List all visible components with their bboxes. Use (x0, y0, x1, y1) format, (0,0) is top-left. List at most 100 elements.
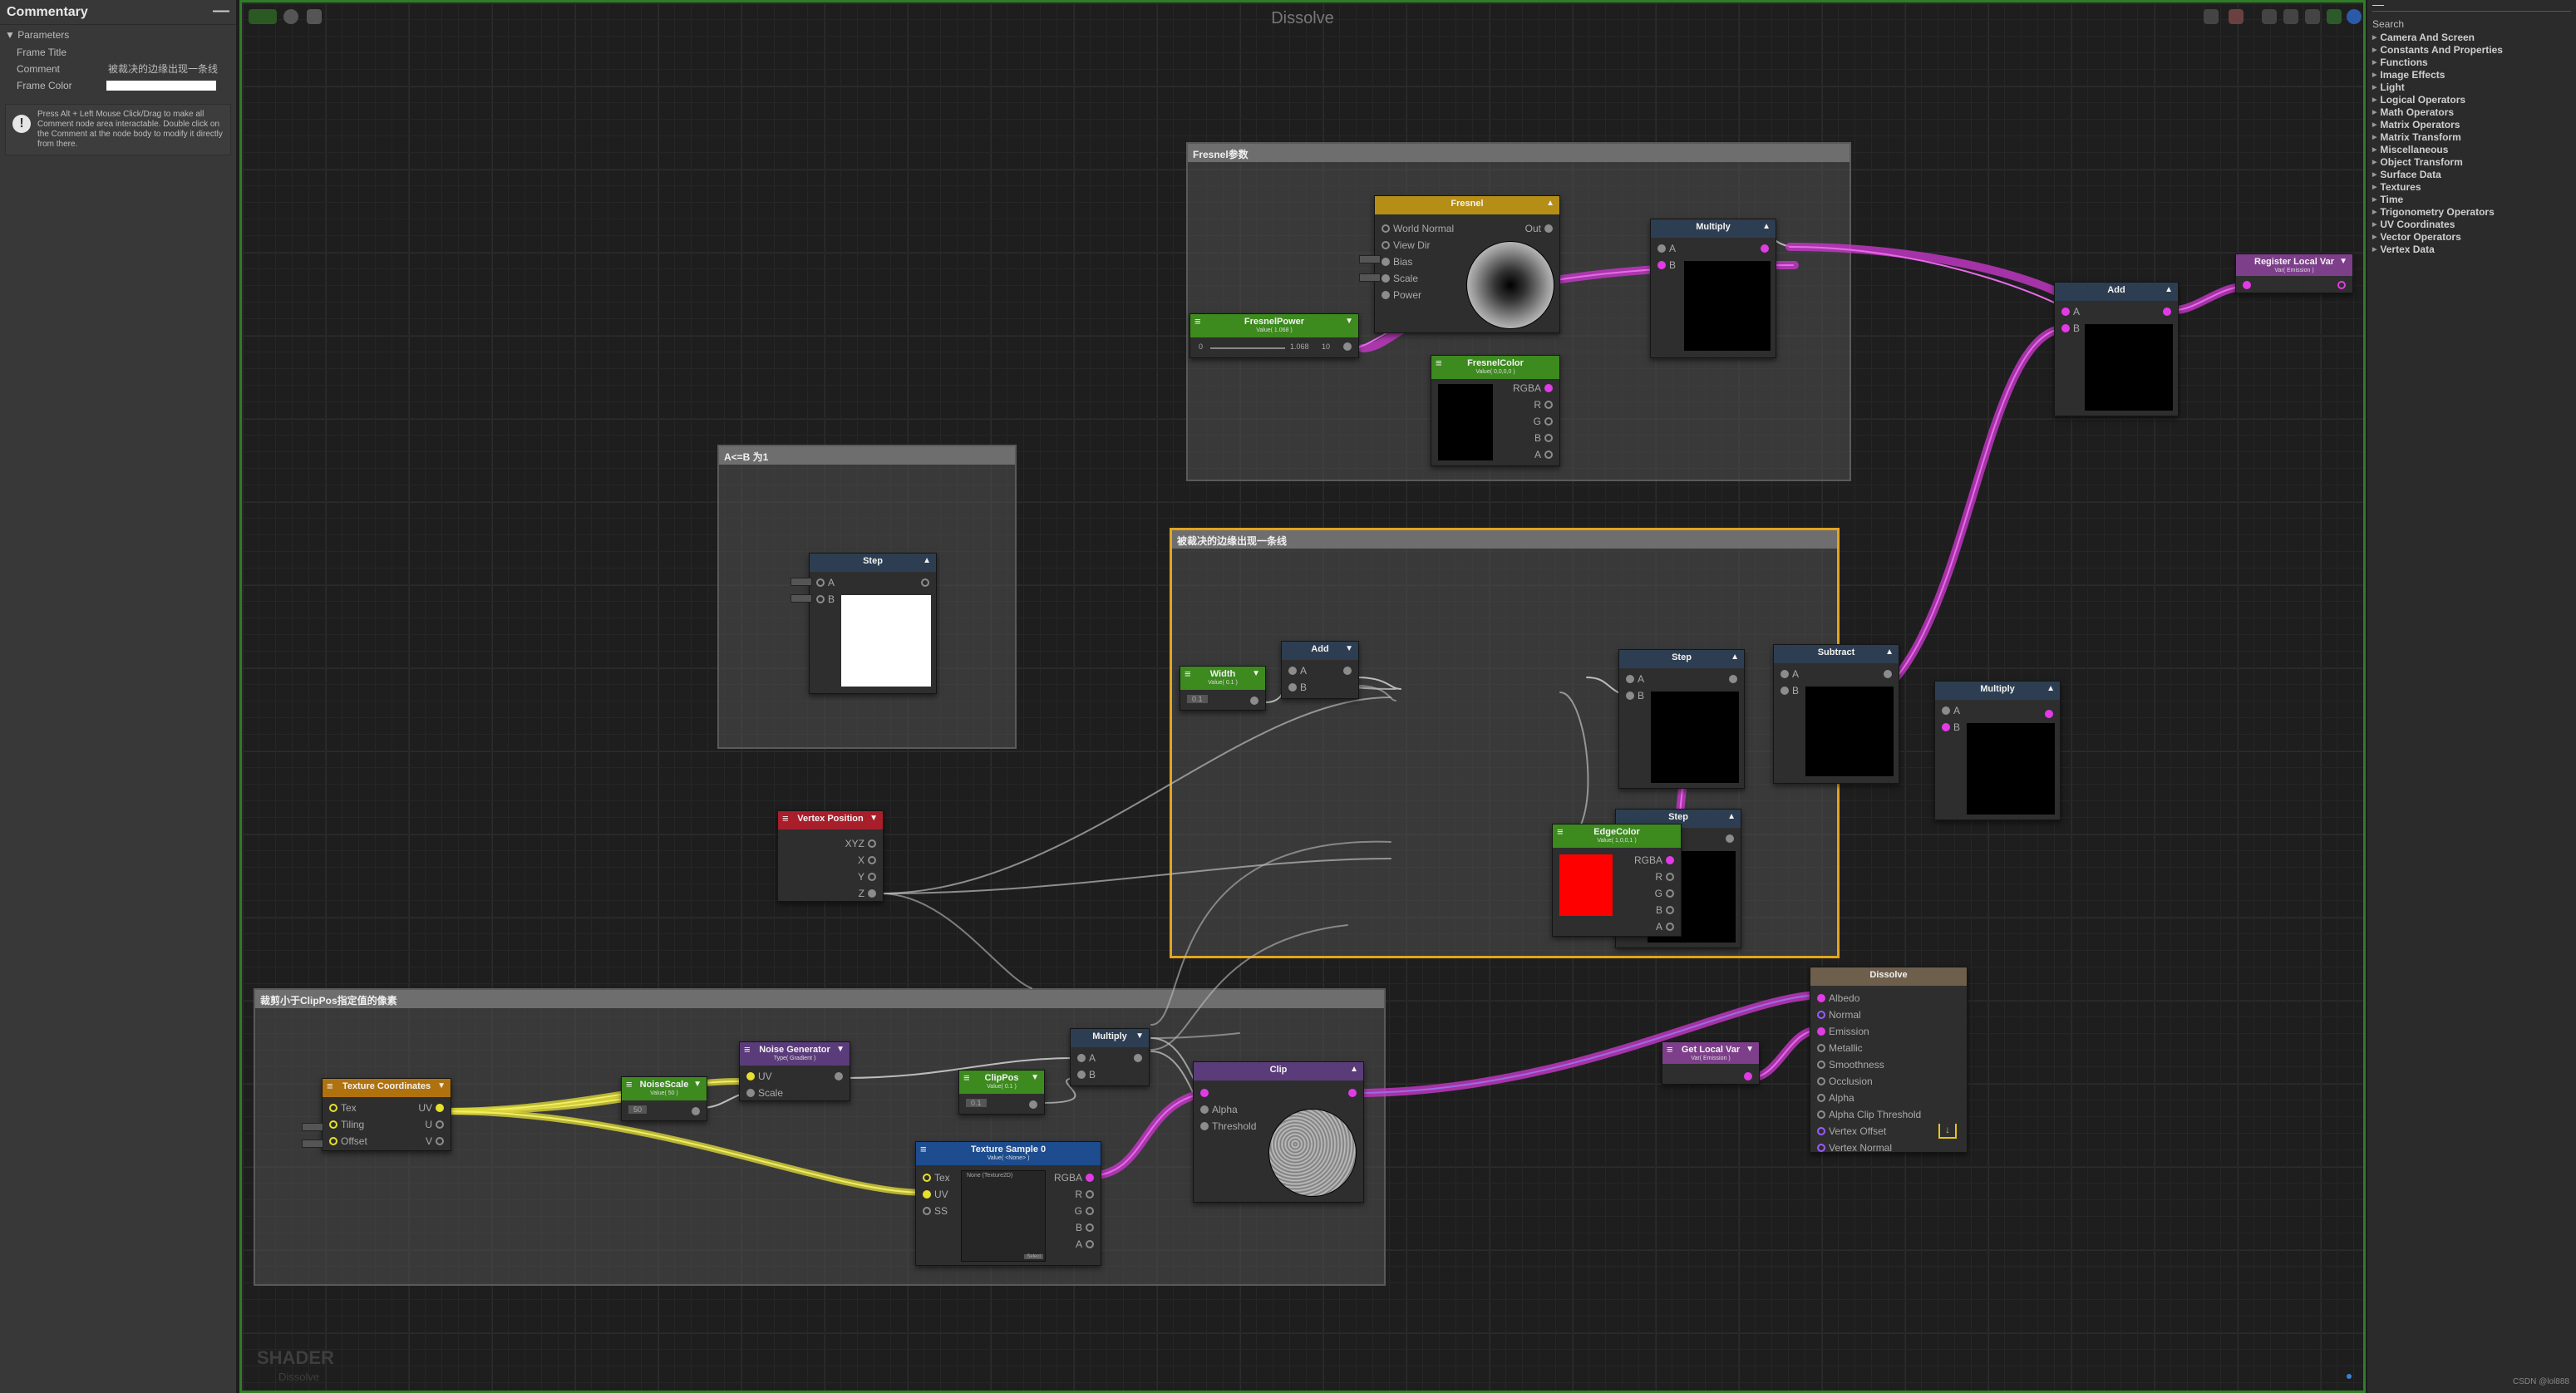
pin-y[interactable] (868, 873, 876, 881)
node-subtract-header[interactable]: Subtract ▲ (1774, 645, 1899, 663)
pin-b[interactable] (1626, 692, 1634, 700)
pin-a[interactable] (1544, 450, 1553, 459)
node-edge-color-header[interactable]: ≡ EdgeColor Value( 1,0,0,1 ) (1553, 824, 1681, 848)
node-get-local-var[interactable]: ≡ Get Local Var ▼ Var( Emission ) (1662, 1041, 1760, 1085)
node-clip-header[interactable]: Clip ▲ (1194, 1062, 1363, 1080)
node-add-mid[interactable]: Add ▼ A B (1281, 641, 1359, 699)
pin-out[interactable] (1744, 1072, 1752, 1080)
pin-rgba[interactable] (1666, 856, 1674, 864)
pin-z[interactable] (868, 889, 876, 898)
texture-select-button[interactable]: Select (1024, 1254, 1043, 1259)
node-add-top-header[interactable]: Add ▲ (2055, 283, 2178, 301)
collapse-icon[interactable]: ▲ (923, 556, 931, 565)
pin-a[interactable] (1077, 1054, 1086, 1062)
node-noise-generator[interactable]: ≡ Noise Generator ▼ Type( Gradient ) UV Sca… (739, 1041, 850, 1101)
category-item[interactable]: Vertex Data (2372, 244, 2571, 256)
pin-alpha-clip[interactable] (1817, 1110, 1825, 1119)
collapse-icon[interactable]: ▼ (1345, 317, 1353, 326)
pin-tiling[interactable] (329, 1120, 337, 1129)
pin-r[interactable] (1666, 873, 1674, 881)
pin-threshold[interactable] (1200, 1122, 1209, 1130)
collapse-icon[interactable]: ▲ (1727, 812, 1736, 821)
frame-color-swatch[interactable] (106, 81, 216, 91)
noise-scale-out[interactable] (692, 1107, 700, 1115)
clip-pos-out[interactable] (1029, 1100, 1037, 1109)
pin-out[interactable] (835, 1072, 843, 1080)
menu-icon[interactable]: ≡ (782, 812, 789, 824)
pin-b[interactable] (816, 595, 825, 603)
slider-min[interactable]: 0 (1199, 342, 1203, 351)
pin-xyz[interactable] (868, 839, 876, 848)
collapse-icon[interactable]: ▼ (437, 1081, 446, 1090)
pin-out[interactable] (1343, 667, 1352, 675)
category-item[interactable]: Textures (2372, 181, 2571, 194)
pin-v[interactable] (436, 1137, 444, 1145)
power-slider[interactable] (1210, 347, 1285, 349)
noise-scale-input[interactable]: 50 (628, 1105, 648, 1114)
pin-view-dir[interactable] (1382, 241, 1390, 249)
node-multiply-top[interactable]: Multiply ▲ A B (1650, 219, 1776, 358)
pin-g[interactable] (1666, 889, 1674, 898)
slider-value[interactable]: 1.068 (1290, 342, 1309, 351)
node-vertex-position-header[interactable]: ≡ Vertex Position ▼ (778, 811, 883, 829)
node-tex-coords-header[interactable]: ≡ Texture Coordinates ▼ (323, 1079, 451, 1097)
fresnel-power-out[interactable] (1343, 342, 1352, 351)
pin-g[interactable] (1544, 417, 1553, 426)
node-fresnel-power-header[interactable]: ≡ FresnelPower ▼ Value( 1.068 ) (1190, 314, 1358, 337)
category-item[interactable]: Light (2372, 81, 2571, 94)
node-step-1-header[interactable]: Step ▲ (1619, 650, 1744, 668)
pin-b[interactable] (1666, 906, 1674, 914)
pin-ss[interactable] (923, 1207, 931, 1215)
category-item[interactable]: Matrix Operators (2372, 119, 2571, 131)
scroll-indicator[interactable] (2347, 1374, 2352, 1379)
collapse-icon[interactable]: ▼ (1252, 669, 1260, 678)
node-clip-pos[interactable]: ≡ ClipPos ▼ Value( 0.1 ) 0.1 (958, 1070, 1045, 1115)
bias-input[interactable] (1359, 255, 1381, 263)
pin-occlusion[interactable] (1817, 1077, 1825, 1085)
pin-metallic[interactable] (1817, 1044, 1825, 1052)
menu-icon[interactable]: ≡ (920, 1143, 927, 1155)
pin-out[interactable] (921, 578, 929, 587)
pin-u[interactable] (436, 1120, 444, 1129)
collapse-icon[interactable]: ▲ (1885, 647, 1894, 657)
width-out[interactable] (1250, 696, 1258, 705)
pin-out[interactable] (1729, 675, 1737, 683)
pin-uv[interactable] (746, 1072, 755, 1080)
pin-a[interactable] (1086, 1240, 1094, 1248)
pin-b[interactable] (1544, 434, 1553, 442)
node-register-local-var[interactable]: Register Local Var ▼ Var( Emission ) (2235, 253, 2353, 293)
category-item[interactable]: Functions (2372, 57, 2571, 69)
pin-uv[interactable] (923, 1190, 931, 1199)
node-subtract[interactable]: Subtract ▲ A B (1773, 644, 1899, 784)
node-noise-scale[interactable]: ≡ NoiseScale ▼ Value( 50 ) 50 (621, 1076, 707, 1121)
category-item[interactable]: UV Coordinates (2372, 219, 2571, 231)
node-canvas[interactable]: Dissolve Fresnel参数 A<=B 为1 被裁决的边缘出现一条线 裁… (239, 0, 2366, 1393)
pin-power[interactable] (1382, 291, 1390, 299)
node-step-frame-header[interactable]: Step ▲ (810, 554, 936, 572)
pin-r[interactable] (1544, 401, 1553, 409)
collapse-icon[interactable]: ▼ (869, 814, 878, 823)
comment-row[interactable]: Comment 被裁决的边缘出现一条线 (0, 61, 236, 77)
collapse-icon[interactable]: ▼ (1031, 1073, 1039, 1082)
pin-a[interactable] (816, 578, 825, 587)
pin-out[interactable] (1348, 1089, 1357, 1097)
collapse-icon[interactable]: ▲ (2047, 684, 2055, 693)
category-item[interactable]: Time (2372, 194, 2571, 206)
pin-a[interactable] (1781, 670, 1789, 678)
pin-scale[interactable] (746, 1089, 755, 1097)
category-item[interactable]: Vector Operators (2372, 231, 2571, 244)
category-item[interactable]: Miscellaneous (2372, 144, 2571, 156)
node-add-mid-header[interactable]: Add ▼ (1282, 642, 1358, 660)
texture-slot[interactable]: None (Texture2D) Select (961, 1170, 1046, 1262)
pin-out[interactable] (1544, 224, 1553, 233)
node-noise-gen-header[interactable]: ≡ Noise Generator ▼ Type( Gradient ) (740, 1042, 850, 1066)
pin-b[interactable] (2061, 324, 2070, 332)
frame-title-row[interactable]: Frame Title (0, 44, 236, 61)
collapse-icon[interactable]: ▼ (1135, 1031, 1144, 1041)
category-item[interactable]: Camera And Screen (2372, 32, 2571, 44)
node-noise-scale-header[interactable]: ≡ NoiseScale ▼ Value( 50 ) (622, 1077, 707, 1100)
minimize-button[interactable]: — (213, 2, 229, 21)
node-clip[interactable]: Clip ▲ Alpha Threshold (1193, 1061, 1364, 1203)
menu-icon[interactable]: ≡ (963, 1071, 970, 1084)
comment-input[interactable]: 被裁决的边缘出现一条线 (108, 61, 218, 77)
